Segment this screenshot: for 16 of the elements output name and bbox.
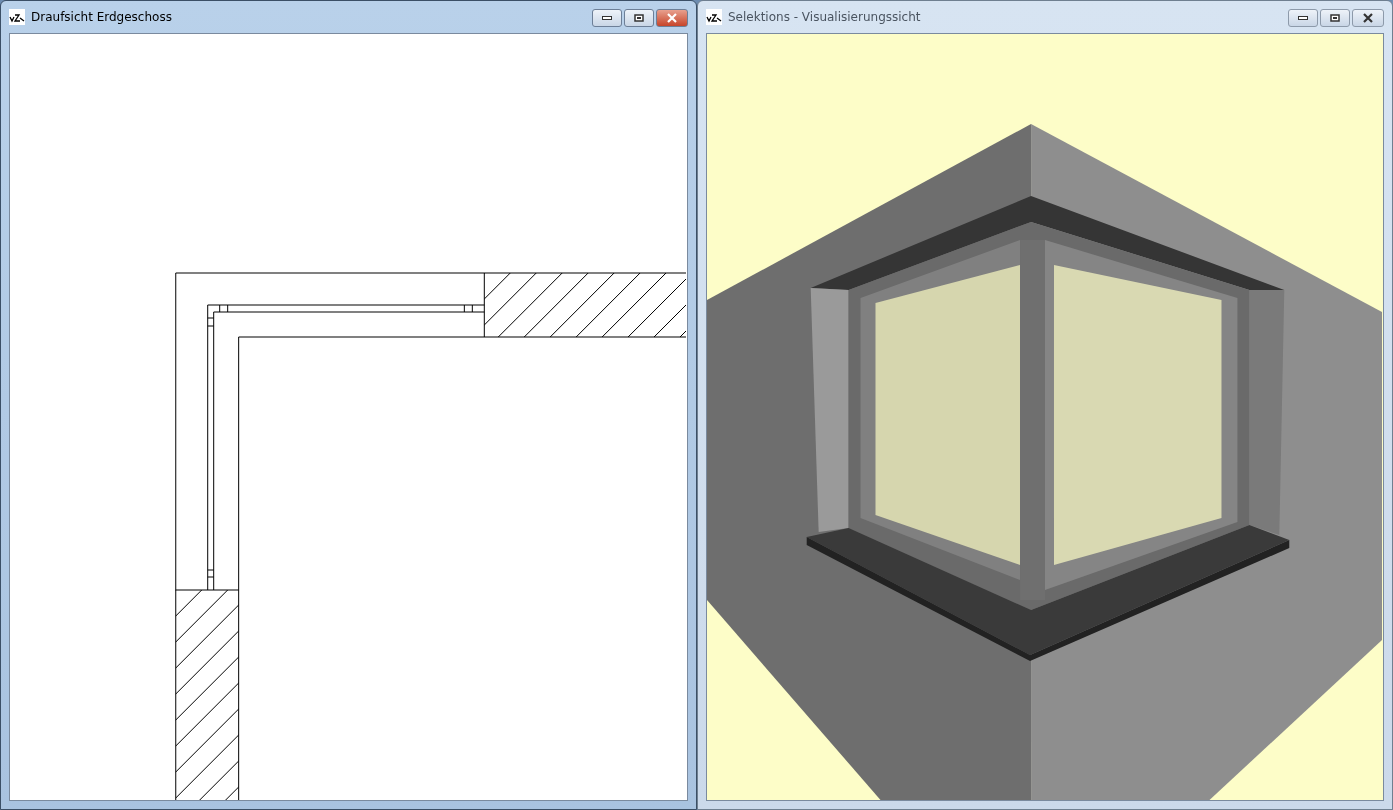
maximize-button[interactable]: [1320, 9, 1350, 27]
close-button[interactable]: [656, 9, 688, 27]
app-icon: [706, 9, 722, 25]
maximize-button[interactable]: [624, 9, 654, 27]
window-title: Draufsicht Erdgeschoss: [31, 10, 173, 24]
close-icon: [666, 13, 678, 23]
minimize-icon: [1298, 16, 1308, 20]
close-icon: [1362, 13, 1374, 23]
restore-icon: [1330, 14, 1340, 22]
window-title: Selektions - Visualisierungssicht: [728, 10, 922, 24]
app-icon: [9, 9, 25, 25]
minimize-button[interactable]: [1288, 9, 1318, 27]
minimize-button[interactable]: [592, 9, 622, 27]
close-button[interactable]: [1352, 9, 1384, 27]
restore-icon: [634, 14, 644, 22]
minimize-icon: [602, 16, 612, 20]
